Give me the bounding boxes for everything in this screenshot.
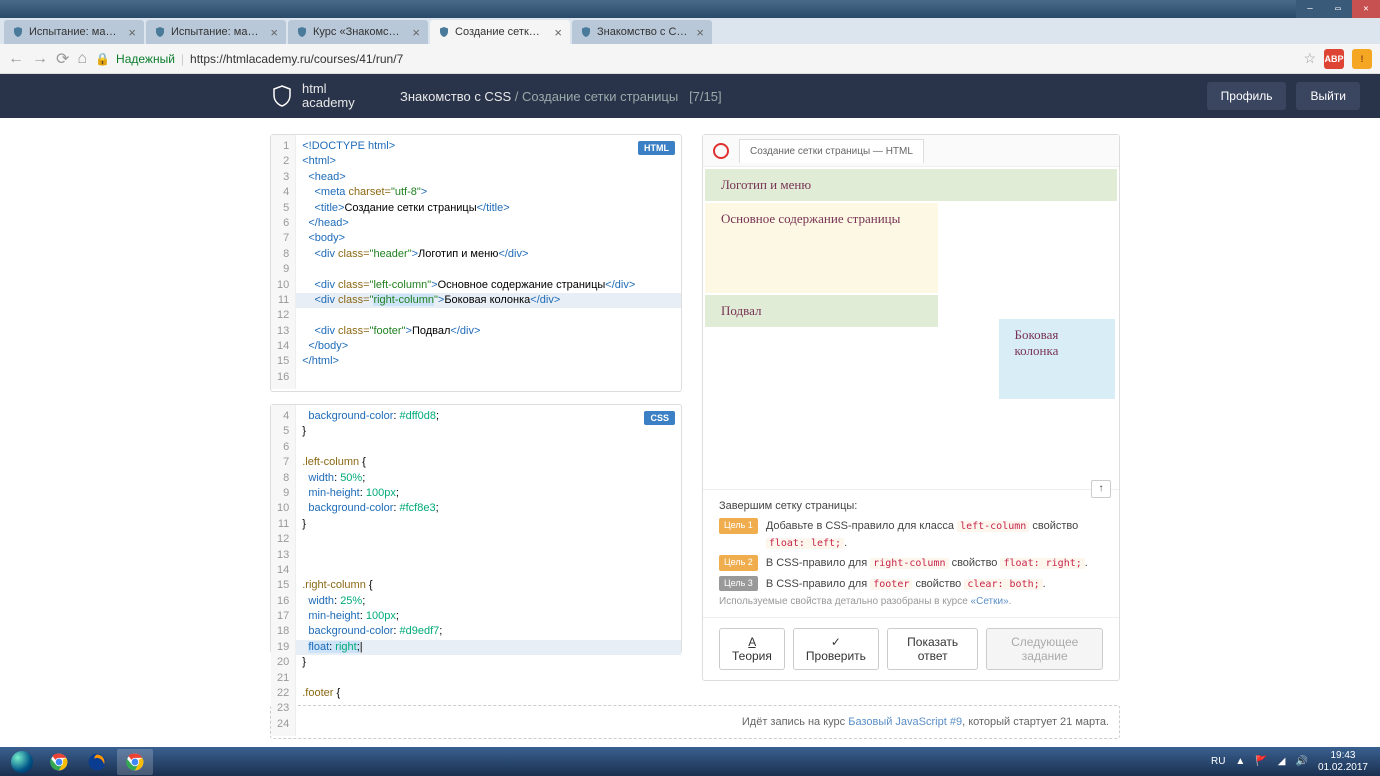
tab-title: Испытание: макет-про	[171, 26, 261, 38]
promo-link[interactable]: Базовый JavaScript #9	[848, 716, 962, 728]
tray-volume-icon[interactable]: 🔊	[1295, 756, 1307, 767]
forward-button[interactable]: →	[32, 50, 48, 68]
html-code[interactable]: <!DOCTYPE html> <html> <head> <meta char…	[296, 135, 681, 389]
window-close-button[interactable]: ✕	[1352, 0, 1380, 18]
goal-row: Цель 2 В CSS-правило для right-column св…	[719, 555, 1103, 572]
css-code[interactable]: background-color: #dff0d8; } .left-colum…	[296, 405, 681, 736]
goal-badge-2: Цель 2	[719, 555, 758, 571]
tab-close-icon[interactable]: ×	[270, 25, 278, 40]
check-button[interactable]: ✓ Проверить	[793, 628, 879, 670]
browser-tab[interactable]: Курс «Знакомство с CSS ×	[288, 20, 428, 44]
browser-tab-active[interactable]: Создание сетки страниц ×	[430, 20, 570, 44]
css-badge: CSS	[644, 411, 675, 425]
browser-tab[interactable]: Испытание: макет-про ×	[146, 20, 286, 44]
html-badge: HTML	[638, 141, 675, 155]
show-answer-button[interactable]: Показать ответ	[887, 628, 979, 670]
goals-title: Завершим сетку страницы:	[719, 500, 1103, 512]
taskbar-clock[interactable]: 19:4301.02.2017	[1318, 750, 1368, 774]
start-button[interactable]	[4, 749, 40, 775]
back-button[interactable]: ←	[8, 50, 24, 68]
chrome-active-task-icon[interactable]	[117, 749, 153, 775]
shield-icon	[12, 26, 24, 38]
preview-iframe: Логотип и меню Основное содержание стран…	[703, 169, 1119, 489]
preview-right-column: Боковая колонка	[999, 319, 1115, 399]
chrome-task-icon[interactable]	[41, 749, 77, 775]
scroll-up-button[interactable]: ↑	[1091, 480, 1111, 498]
site-logo[interactable]: htmlacademy	[270, 82, 355, 111]
preview-footer-block: Подвал	[705, 295, 938, 327]
breadcrumb-task: Создание сетки страницы	[522, 89, 678, 104]
warning-extension-icon[interactable]: !	[1352, 49, 1372, 69]
tab-close-icon[interactable]: ×	[412, 25, 420, 40]
shield-icon	[438, 26, 450, 38]
tab-title: Испытание: макет-про	[29, 26, 119, 38]
tab-close-icon[interactable]: ×	[696, 25, 704, 40]
theory-button[interactable]: A Теория	[719, 628, 785, 670]
site-navbar: htmlacademy Знакомство с CSS / Создание …	[0, 74, 1380, 118]
tab-title: Знакомство с CSS / Соз	[597, 26, 687, 38]
breadcrumb: Знакомство с CSS / Создание сетки страни…	[400, 89, 1207, 104]
home-button[interactable]: ⌂	[77, 50, 87, 68]
goals-note: Используемые свойства детально разобраны…	[719, 596, 1103, 607]
logo-text-bottom: academy	[302, 96, 355, 110]
url-text: https://htmlacademy.ru/courses/41/run/7	[190, 52, 403, 66]
windows-taskbar: RU ▲ 🚩 ◢ 🔊 19:4301.02.2017	[0, 747, 1380, 776]
grids-course-link[interactable]: «Сетки»	[971, 596, 1009, 607]
logout-button[interactable]: Выйти	[1296, 82, 1360, 110]
shield-icon	[580, 26, 592, 38]
tab-close-icon[interactable]: ×	[128, 25, 136, 40]
tray-network-icon[interactable]: ◢	[1278, 756, 1286, 767]
css-editor[interactable]: CSS 456789101112131415161718192021222324…	[270, 404, 682, 654]
next-task-button[interactable]: Следующее задание	[986, 628, 1103, 670]
shield-icon	[296, 26, 308, 38]
browser-tab[interactable]: Знакомство с CSS / Соз ×	[572, 20, 712, 44]
html-editor[interactable]: HTML 12345678910111213141516 <!DOCTYPE h…	[270, 134, 682, 392]
breadcrumb-course[interactable]: Знакомство с CSS	[400, 89, 511, 104]
goal-row: Цель 3 В CSS-правило для footer свойство…	[719, 576, 1103, 593]
shield-icon	[270, 84, 294, 108]
preview-header-block: Логотип и меню	[705, 169, 1117, 201]
windows-orb-icon	[11, 751, 33, 773]
firefox-task-icon[interactable]	[79, 749, 115, 775]
abp-extension-icon[interactable]: ABP	[1324, 49, 1344, 69]
task-counter: [7/15]	[689, 89, 722, 104]
os-window-titlebar: — ▭ ✕	[0, 0, 1380, 18]
goals-panel: ↑ Завершим сетку страницы: Цель 1 Добавь…	[703, 489, 1119, 617]
line-gutter: 12345678910111213141516	[271, 135, 296, 389]
goal-row: Цель 1 Добавьте в CSS-правило для класса…	[719, 518, 1103, 551]
window-maximize-button[interactable]: ▭	[1324, 0, 1352, 18]
preview-tab-bar: Создание сетки страницы — HTML	[703, 135, 1119, 167]
goal-badge-1: Цель 1	[719, 518, 758, 534]
tray-flag-icon[interactable]: 🚩	[1255, 756, 1267, 767]
preview-left-column: Основное содержание страницы	[705, 203, 938, 293]
logo-text-top: html	[302, 82, 355, 96]
action-bar: A Теория ✓ Проверить Показать ответ След…	[703, 617, 1119, 680]
lock-icon: 🔒	[95, 52, 110, 66]
preview-tab[interactable]: Создание сетки страницы — HTML	[739, 139, 924, 163]
tray-up-icon[interactable]: ▲	[1235, 756, 1245, 767]
language-indicator[interactable]: RU	[1211, 756, 1225, 767]
secure-label: Надежный	[116, 52, 175, 66]
page-viewport: htmlacademy Знакомство с CSS / Создание …	[0, 74, 1380, 747]
browser-address-bar: ← → ⟳ ⌂ 🔒 Надежный | https://htmlacademy…	[0, 44, 1380, 74]
tab-close-icon[interactable]: ×	[554, 25, 562, 40]
bookmark-icon[interactable]: ☆	[1303, 50, 1316, 67]
reload-button[interactable]: ⟳	[56, 49, 69, 69]
profile-button[interactable]: Профиль	[1207, 82, 1287, 110]
browser-tab[interactable]: Испытание: макет-про ×	[4, 20, 144, 44]
shield-icon	[154, 26, 166, 38]
system-tray: RU ▲ 🚩 ◢ 🔊 19:4301.02.2017	[1211, 750, 1376, 774]
tab-title: Создание сетки страниц	[455, 26, 545, 38]
breadcrumb-separator: /	[511, 89, 522, 104]
goal-badge-3: Цель 3	[719, 576, 758, 592]
url-field[interactable]: 🔒 Надежный | https://htmlacademy.ru/cour…	[95, 52, 1295, 66]
tab-title: Курс «Знакомство с CSS	[313, 26, 403, 38]
opera-icon	[713, 143, 729, 159]
window-minimize-button[interactable]: —	[1296, 0, 1324, 18]
line-gutter: 456789101112131415161718192021222324	[271, 405, 296, 736]
browser-tab-strip: Испытание: макет-про × Испытание: макет-…	[0, 18, 1380, 44]
preview-panel: Создание сетки страницы — HTML Логотип и…	[702, 134, 1120, 681]
